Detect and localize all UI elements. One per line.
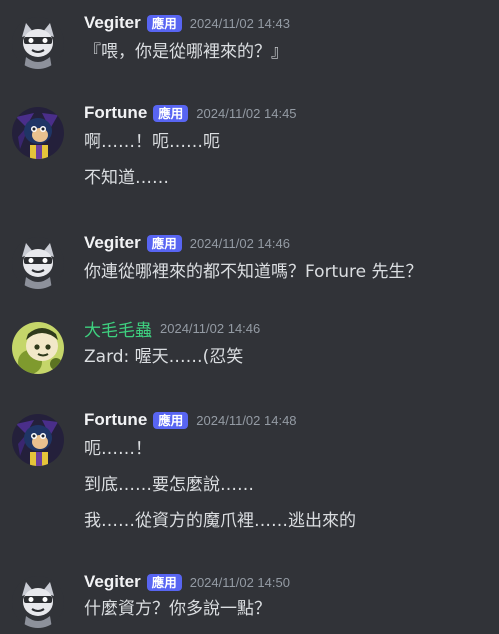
message-text: 什麼資方？你多說一點？ [84,599,271,619]
avatar-vegiter[interactable] [12,237,64,289]
message-text: 我……從資方的魔爪裡……逃出來的 [84,511,356,531]
chat-message-list: Vegiter 應用 2024/11/02 14:43 『喂，你是從哪裡來的？』 [0,0,499,634]
username[interactable]: 大毛毛蟲 [84,316,152,341]
avatar-fortune[interactable] [12,414,64,466]
message-text: 你連從哪裡來的都不知道嗎？Forture 先生？ [84,262,423,282]
hedgehog-avatar-icon [12,107,64,159]
message-header: Fortune 應用 2024/11/02 14:48 [84,408,297,432]
message-text: 到底……要怎麼說…… [84,475,254,495]
app-tag: 應用 [146,234,182,252]
message-text: 呃……！ [84,439,152,459]
timestamp[interactable]: 2024/11/02 14:50 [190,575,290,590]
avatar-vegiter[interactable] [12,576,64,628]
app-tag: 應用 [153,411,189,429]
timestamp[interactable]: 2024/11/02 14:46 [190,236,290,251]
cat-avatar-icon [12,17,64,69]
username[interactable]: Vegiter [84,572,141,592]
avatar-vegiter[interactable] [12,17,64,69]
cat-avatar-icon [12,576,64,628]
timestamp[interactable]: 2024/11/02 14:45 [196,106,296,121]
message-header: Vegiter 應用 2024/11/02 14:43 [84,11,290,35]
cat-avatar-icon [12,237,64,289]
avatar-fortune[interactable] [12,107,64,159]
avatar-user[interactable] [12,322,64,374]
username[interactable]: Fortune [84,103,147,123]
username[interactable]: Vegiter [84,233,141,253]
app-tag: 應用 [153,104,189,122]
username[interactable]: Fortune [84,410,147,430]
character-avatar-icon [12,322,64,374]
app-tag: 應用 [146,14,182,32]
app-tag: 應用 [146,573,182,591]
timestamp[interactable]: 2024/11/02 14:48 [196,413,296,428]
username[interactable]: Vegiter [84,13,141,33]
timestamp[interactable]: 2024/11/02 14:43 [190,16,290,31]
message-header: Fortune 應用 2024/11/02 14:45 [84,101,297,125]
message-text: 不知道…… [84,168,169,188]
message-header: Vegiter 應用 2024/11/02 14:46 [84,231,290,255]
message-header: Vegiter 應用 2024/11/02 14:50 [84,570,290,594]
timestamp[interactable]: 2024/11/02 14:46 [160,321,260,336]
hedgehog-avatar-icon [12,414,64,466]
message-text: 『喂，你是從哪裡來的？』 [84,42,288,62]
message-header: 大毛毛蟲 2024/11/02 14:46 [84,316,260,340]
message-text: Zard: 喔天……(忍笑 [84,347,244,367]
message-text: 啊……！呃……呃 [84,132,220,152]
